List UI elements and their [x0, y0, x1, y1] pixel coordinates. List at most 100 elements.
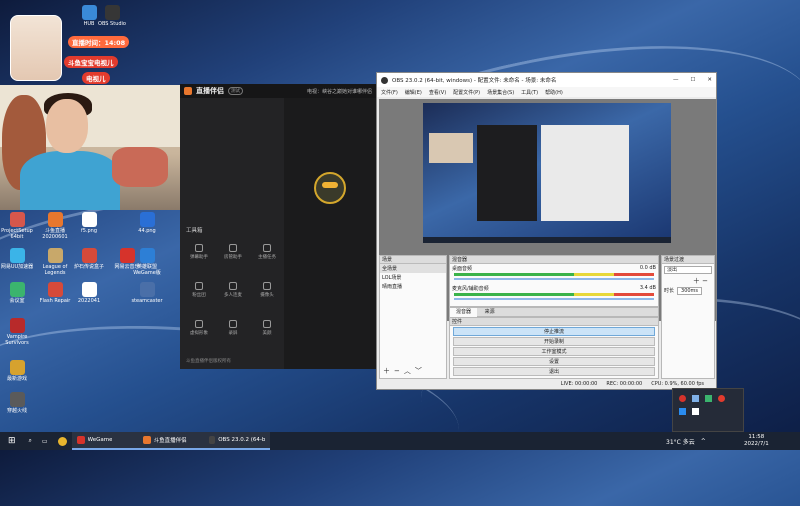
- desktop-icon[interactable]: 44.png: [130, 212, 164, 234]
- duration-input[interactable]: 300ms: [677, 287, 703, 295]
- control-button[interactable]: 工作室模式: [453, 347, 655, 356]
- webcam-feed: [0, 85, 180, 210]
- desktop-icon-label: 44.png: [138, 228, 156, 234]
- desktop-icon-label: steamcaster: [131, 298, 163, 304]
- tool-item[interactable]: 主播任务: [256, 244, 278, 260]
- tool-icon: [263, 282, 271, 290]
- cartoon-avatar: [10, 15, 62, 81]
- desktop-icon-label: 穿越火线: [6, 408, 27, 414]
- desktop-icon-label: 炉石传说盒子: [73, 264, 104, 270]
- search-icon[interactable]: ⌕: [24, 432, 37, 450]
- volume-slider[interactable]: [454, 278, 654, 280]
- power-icon[interactable]: [718, 395, 725, 402]
- tray-overflow-popup: [672, 388, 744, 432]
- chrome-icon[interactable]: [53, 432, 72, 450]
- scene-item[interactable]: LOL场景: [380, 273, 446, 282]
- app-icon: [81, 248, 97, 263]
- maximize-button[interactable]: ☐: [690, 77, 695, 83]
- desktop-icon[interactable]: 2022041: [72, 282, 106, 304]
- tab-sources[interactable]: 来源: [479, 308, 501, 317]
- tool-icon: [195, 282, 203, 290]
- tool-item[interactable]: 粉丝团: [188, 282, 210, 298]
- tool-item[interactable]: 摄像头: [256, 282, 278, 298]
- desktop-icon-label: 斗鱼直播 20200601: [42, 228, 68, 240]
- app-icon: [139, 212, 155, 227]
- desktop-icon[interactable]: 会议室: [0, 282, 34, 304]
- menu-item[interactable]: 场景集合(S): [487, 89, 514, 96]
- start-live-icon[interactable]: [314, 172, 346, 204]
- mic-icon[interactable]: [679, 395, 686, 402]
- volume-slider[interactable]: [454, 298, 654, 300]
- obs-window: OBS 23.0.2 (64-bit, windows) - 配置文件: 未命名…: [376, 72, 717, 390]
- channel-name: 麦克风/辅助音频: [452, 286, 489, 292]
- close-button[interactable]: ✕: [707, 77, 712, 83]
- tool-item[interactable]: 房管助手: [222, 244, 244, 260]
- menu-item[interactable]: 帮助(H): [545, 89, 563, 96]
- menu-item[interactable]: 查看(V): [429, 89, 446, 96]
- desktop-icon[interactable]: 穿越火线: [0, 392, 34, 414]
- tool-label: 主播任务: [258, 255, 276, 260]
- taskbar: ⊞ ⌕ ▭ WeGame斗鱼直播伴侣OBS 23.0.2 (64-bit... …: [0, 432, 800, 450]
- desktop-icon[interactable]: steamcaster: [130, 282, 164, 304]
- transitions-title: 场景过渡: [662, 256, 714, 264]
- app-icon: [9, 392, 25, 407]
- app-icon: [142, 436, 151, 444]
- tool-item[interactable]: 虚拟形象: [188, 320, 210, 336]
- menu-item[interactable]: 编辑(E): [405, 89, 422, 96]
- desktop-icon[interactable]: 英雄联盟WeGame版: [130, 248, 164, 276]
- start-button[interactable]: ⊞: [0, 432, 24, 450]
- volume-icon[interactable]: [692, 408, 699, 415]
- chevron-up-icon[interactable]: ^: [701, 438, 706, 445]
- menu-item[interactable]: 配置文件(P): [453, 89, 480, 96]
- douyu-app-window: 直播伴侣 测试 电视：峡谷之巅她对谁哪伴侣 工具箱 弹幕助手 房管助手 主播任务 粉丝…: [180, 84, 376, 369]
- scene-item[interactable]: 全场景: [380, 264, 446, 273]
- taskbar-item[interactable]: WeGame: [71, 432, 138, 450]
- task-view-icon[interactable]: ▭: [37, 432, 53, 450]
- control-button[interactable]: 开始录制: [453, 337, 655, 346]
- desktop-icon-label: 2022041: [77, 298, 101, 304]
- app-icon: [9, 282, 25, 297]
- douyu-tool-panel: 工具箱 弹幕助手 房管助手 主播任务 粉丝团 多人连麦 摄像头 虚拟形象 录屏 美颜 斗鱼直播伴…: [180, 98, 284, 369]
- menu-item[interactable]: 文件(F): [381, 89, 398, 96]
- desktop-icon[interactable]: League of Legends: [38, 248, 72, 276]
- control-button[interactable]: 设置: [453, 357, 655, 366]
- menu-item[interactable]: 工具(T): [521, 89, 538, 96]
- minimize-button[interactable]: —: [673, 77, 679, 83]
- taskbar-item-label: WeGame: [87, 437, 113, 443]
- desktop-icon[interactable]: Vampire Survivors: [0, 318, 34, 346]
- clock[interactable]: 11:58 2022/7/1: [744, 434, 769, 448]
- desktop-icon[interactable]: f5.png: [72, 212, 106, 234]
- streamer-face: [46, 99, 88, 153]
- cloud-icon[interactable]: [679, 408, 686, 415]
- game-icon[interactable]: [705, 395, 712, 402]
- tool-item[interactable]: 多人连麦: [222, 282, 244, 298]
- mixer-channel: 桌面音频 0.0 dB: [450, 264, 658, 284]
- weather[interactable]: 31°C 多云: [666, 437, 695, 446]
- tool-item[interactable]: 录屏: [222, 320, 244, 336]
- network-icon[interactable]: [692, 395, 699, 402]
- tab-mixer[interactable]: 混音器: [450, 308, 478, 317]
- scene-item[interactable]: 晴雨直播: [380, 282, 446, 291]
- taskbar-item[interactable]: OBS 23.0.2 (64-bit...: [203, 432, 270, 450]
- volume-meter: [454, 293, 654, 296]
- tool-item[interactable]: 美颜: [256, 320, 278, 336]
- taskbar-item[interactable]: 斗鱼直播伴侣: [137, 432, 204, 450]
- desktop-icon[interactable]: ProjectSetup 64bit: [0, 212, 34, 240]
- add-transition-icon[interactable]: ＋ −: [662, 276, 714, 286]
- preview-douyu-window: [477, 125, 537, 221]
- desktop-icon[interactable]: Flash Repair: [38, 282, 72, 304]
- desktop-icon[interactable]: 炉石传说盒子: [72, 248, 106, 270]
- transition-select[interactable]: 淡出: [664, 266, 712, 274]
- control-button[interactable]: 停止推流: [453, 327, 655, 336]
- app-icon: [81, 212, 97, 227]
- douyu-logo: 直播伴侣: [196, 87, 224, 95]
- desktop-icon[interactable]: 最新游戏: [0, 360, 34, 382]
- control-button[interactable]: 退出: [453, 367, 655, 376]
- tool-icon: [229, 282, 237, 290]
- desktop-icon[interactable]: 斗鱼直播 20200601: [38, 212, 72, 240]
- tool-item[interactable]: 弹幕助手: [188, 244, 210, 260]
- duration-label: 时长: [664, 288, 675, 294]
- live-button[interactable]: [322, 182, 338, 188]
- desktop-icon[interactable]: 网易UU加速器: [0, 248, 34, 270]
- mixer-title: 混音器: [450, 256, 658, 264]
